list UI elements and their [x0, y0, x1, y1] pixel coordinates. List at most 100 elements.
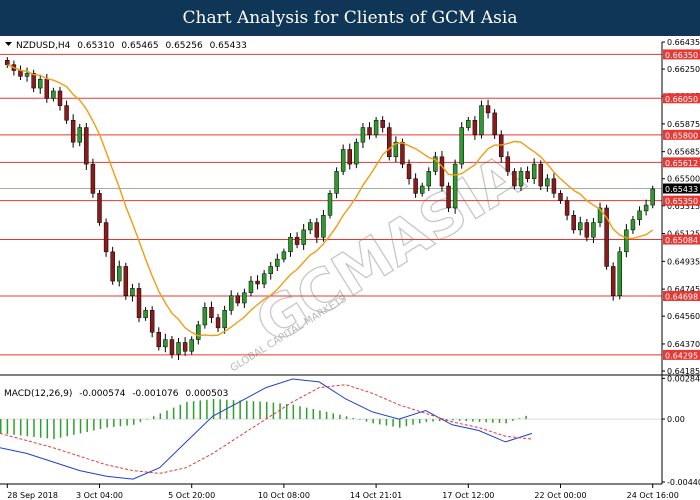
- time-tick-3: 10 Oct 08:00: [258, 491, 310, 500]
- candle-body-39: [261, 273, 267, 285]
- price-chart[interactable]: GCMASIA GLOBAL CAPITAL MARKETS 0.664350.…: [0, 36, 700, 500]
- candle-body-58: [387, 127, 392, 158]
- ohlc-open: 0.65310: [77, 41, 114, 51]
- candle-body-96: [637, 210, 642, 220]
- macd-header: MACD(12,26,9) -0.000574 -0.001076 0.0005…: [4, 389, 228, 399]
- macd-hist-11-0: [292, 404, 295, 420]
- candle-body-28: [189, 339, 194, 352]
- candle-body-79: [525, 171, 530, 179]
- candle-body-25: [169, 339, 175, 355]
- level-label-4: 0.65350: [665, 197, 698, 206]
- time-tick-6: 22 Oct 00:00: [534, 491, 586, 500]
- candle-body-27: [182, 342, 188, 352]
- macd-hist-0-1: [6, 419, 9, 435]
- macd-hist-3-3: [99, 419, 102, 430]
- candle-body-75: [499, 134, 504, 158]
- macd-hist-2-0: [53, 419, 55, 440]
- candle-body-53: [354, 141, 359, 165]
- candle-body-6: [44, 79, 50, 99]
- macd-hist-3-2: [93, 419, 95, 431]
- macd-hist-14-3: [392, 419, 394, 427]
- candle-body-23: [156, 332, 161, 348]
- candle-body-93: [617, 251, 623, 296]
- level-label-6: 0.64698: [665, 292, 698, 301]
- macd-hist-5-2: [146, 419, 148, 420]
- time-tick-0: 28 Sep 2018: [7, 491, 58, 500]
- time-tick-7: 24 Oct 16:00: [627, 491, 679, 500]
- candle-body-34: [228, 295, 234, 311]
- level-label-7: 0.64295: [665, 351, 698, 360]
- candle-body-41: [275, 258, 280, 267]
- candle-body-86: [571, 215, 576, 231]
- candle-body-44: [294, 236, 300, 245]
- time-tick-5: 17 Oct 12:00: [442, 491, 494, 500]
- candle-body-15: [103, 222, 109, 253]
- chart-header: NZDUSD,H4 0.65310 0.65465 0.65256 0.6543…: [5, 41, 247, 51]
- macd-hist-4-0: [106, 419, 108, 428]
- macd-tick-0: 0.00284: [667, 374, 700, 383]
- symbol-label: NZDUSD,H4: [16, 41, 71, 51]
- candle-body-52: [347, 149, 352, 165]
- price-tick-10: 0.64560: [667, 312, 700, 321]
- macd-hist-10-3: [285, 404, 288, 420]
- price-tick-5: 0.65500: [667, 175, 700, 184]
- macd-tick-2: -0.00440: [667, 478, 700, 487]
- macd-hist-14-2: [385, 419, 388, 426]
- current-price-label: 0.65433: [665, 185, 698, 194]
- candle-body-50: [334, 171, 339, 194]
- macd-hist-17-0: [452, 419, 454, 421]
- macd-hist-2-1: [59, 419, 62, 438]
- candle-body-47: [314, 222, 320, 238]
- candle-body-71: [472, 119, 478, 136]
- candle-body-3: [24, 73, 30, 77]
- macd-hist-10-1: [272, 402, 275, 420]
- candle-body-22: [149, 310, 155, 333]
- candle-body-33: [222, 310, 227, 329]
- macd-hist-15-3: [418, 419, 421, 424]
- macd-hist-1-2: [39, 419, 42, 438]
- price-tick-8: 0.64935: [667, 257, 700, 266]
- candle-body-94: [624, 229, 629, 253]
- candle-body-83: [551, 178, 557, 194]
- candle-body-49: [327, 193, 333, 216]
- candle-body-19: [130, 288, 135, 296]
- candle-body-12: [84, 127, 89, 165]
- macd-hist-11-2: [305, 407, 308, 420]
- time-tick-1: 3 Oct 04:00: [76, 491, 123, 500]
- candle-body-84: [558, 193, 563, 201]
- macd-hist-7-3: [206, 399, 208, 420]
- price-tick-3: 0.65875: [667, 120, 700, 129]
- chart-banner: Chart Analysis for Clients of GCM Asia: [0, 0, 700, 36]
- macd-hist-14-0: [372, 419, 374, 424]
- macd-hist-14-1: [379, 419, 381, 425]
- macd-hist-9-0: [239, 400, 241, 420]
- candle-body-37: [248, 280, 254, 294]
- candle-body-20: [136, 288, 142, 318]
- level-label-2: 0.65800: [665, 131, 698, 140]
- macd-hist-18-2: [492, 419, 494, 423]
- macd-hist-6-0: [159, 413, 162, 420]
- candle-body-92: [610, 266, 616, 296]
- candle-body-0: [5, 60, 10, 65]
- candle-body-13: [90, 163, 96, 194]
- candle-body-31: [209, 307, 214, 318]
- macd-hist-18-3: [498, 419, 501, 423]
- macd-hist-13-1: [352, 417, 354, 420]
- macd-hist-19-3: [525, 415, 527, 420]
- macd-hist-16-1: [432, 419, 434, 422]
- candle-body-80: [531, 163, 537, 179]
- candle-body-67: [446, 185, 451, 209]
- macd-hist-17-2: [465, 419, 467, 422]
- candle-body-66: [439, 156, 445, 187]
- ohlc-low: 0.65256: [165, 41, 202, 51]
- candle-body-48: [321, 215, 326, 238]
- candle-body-26: [176, 342, 181, 355]
- svg-text:NZDUSD,H4 0.65310: NZDUSD,H4 0.65310 0.65465 0.65256 0.6543…: [16, 41, 247, 51]
- candle-body-11: [77, 127, 82, 143]
- macd-hist-4-2: [119, 419, 122, 427]
- macd-hist-0-2: [13, 419, 15, 435]
- macd-hist-9-1: [246, 400, 248, 420]
- macd-hist-5-1: [139, 419, 142, 422]
- price-tick-1: 0.66250: [667, 65, 700, 74]
- candle-body-54: [360, 127, 366, 143]
